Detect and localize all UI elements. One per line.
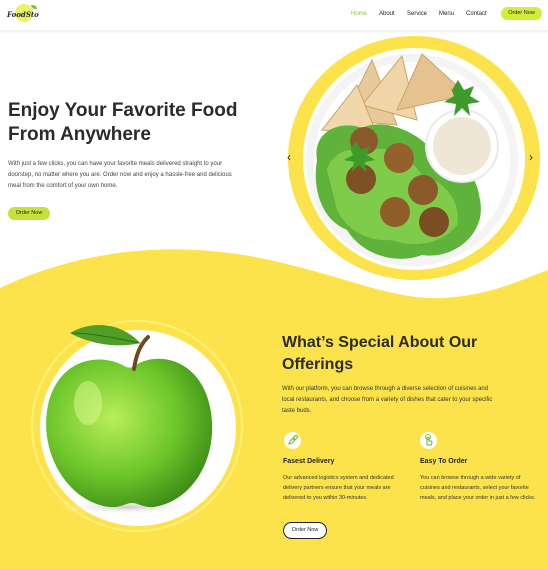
navbar: FoodSto Home About Service Menu Contact … [0, 0, 548, 30]
nav-link-menu[interactable]: Menu [439, 11, 454, 17]
offerings-description: With our platform, you can browse throug… [282, 386, 493, 414]
nav-link-service[interactable]: Service [407, 11, 427, 17]
feature-title-ordering: Easy To Order [420, 458, 468, 465]
hero-title: Enjoy Your Favorite Food From Anywhere [8, 100, 238, 145]
brand-logo[interactable]: FoodSto [7, 4, 39, 26]
hero-order-now-button[interactable]: Order Now [8, 207, 50, 220]
nav-link-home[interactable]: Home [351, 11, 367, 17]
nav-link-contact[interactable]: Contact [466, 11, 487, 17]
logo-text: FoodSto [7, 10, 39, 19]
green-apple-image [46, 324, 213, 515]
nav-divider [0, 30, 548, 34]
falafel-plate-image [306, 53, 518, 266]
offerings-title: What’s Special About Our Offerings [282, 334, 478, 373]
nav-link-about[interactable]: About [379, 11, 395, 17]
carousel-prev-arrow-icon[interactable]: ‹ [287, 151, 291, 163]
hero-description: With just a few clicks, you can have you… [8, 161, 232, 189]
feature-title-delivery: Fasest Delivery [283, 458, 335, 465]
tap-hand-icon [420, 432, 437, 449]
offerings-order-now-button[interactable]: Order Now [283, 522, 327, 539]
feature-description-delivery: Our advanced logistics system and dedica… [283, 475, 394, 501]
rocket-icon [284, 432, 301, 449]
nav-order-now-button[interactable]: Order Now [501, 7, 542, 20]
leaf-icon [31, 5, 37, 9]
carousel-next-arrow-icon[interactable]: › [529, 151, 533, 163]
feature-description-ordering: You can browse through a wide variety of… [420, 475, 536, 501]
